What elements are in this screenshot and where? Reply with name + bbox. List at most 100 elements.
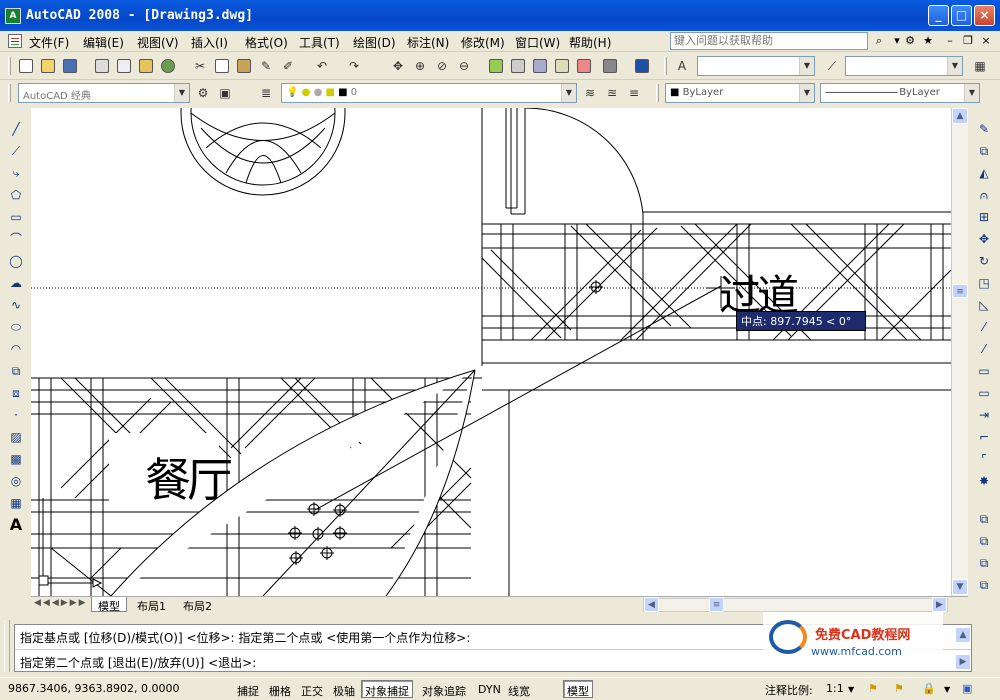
zoom-realtime-icon[interactable]: ⊕ [410,56,430,76]
table-icon[interactable]: ▦ [7,494,25,512]
rotate-icon[interactable]: ↻ [975,252,993,270]
ellipse-icon[interactable]: ⬭ [7,318,25,336]
text-style-icon[interactable]: A [672,56,692,76]
text-style-select[interactable]: ▼ [697,56,815,76]
help-icon[interactable] [632,56,652,76]
search-icon[interactable]: ⌕ [871,33,887,49]
scroll-up-button[interactable]: ▲ [952,108,968,124]
gradient-icon[interactable]: ▩ [7,450,25,468]
ellipse-arc-icon[interactable]: ◠ [7,340,25,358]
stretch-icon[interactable]: ◺ [975,296,993,314]
horizontal-scrollbar[interactable]: ◀ ≡ ▶ [643,597,948,612]
chamfer-icon[interactable]: ⌐ [975,428,993,446]
hatch-icon[interactable]: ▨ [7,428,25,446]
snap-toggle[interactable]: 捕捉 [233,680,263,698]
polyline-icon[interactable]: ⤷ [7,164,25,182]
make-block-icon[interactable]: ⧈ [7,384,25,402]
3d-dwf-icon[interactable] [158,56,178,76]
ortho-toggle[interactable]: 正交 [297,680,327,698]
move-icon[interactable]: ✥ [975,230,993,248]
layer-properties-icon[interactable]: ≣ [256,83,276,103]
undo-icon[interactable]: ↶ [312,56,332,76]
menu-edit[interactable]: 编辑(E) [83,34,124,51]
menu-window[interactable]: 窗口(W) [515,34,560,51]
extend-icon[interactable]: ⁄ [975,340,993,358]
vertical-scrollbar[interactable]: ▲ ≡ ▼ [951,108,968,596]
hscroll-thumb[interactable]: ≡ [709,597,724,612]
layer-select[interactable]: 💡 ● ● ■ ■ 0 ▼ [281,83,577,103]
new-icon[interactable] [16,56,36,76]
menu-view[interactable]: 视图(V) [137,34,179,51]
command-window-grip[interactable] [4,620,10,672]
redo-icon[interactable]: ↷ [344,56,364,76]
pan-icon[interactable]: ✥ [388,56,408,76]
drawing-svg[interactable] [31,108,951,596]
plot-icon[interactable] [92,56,112,76]
arc-icon[interactable]: ⌒ [7,230,25,248]
layer-states-icon[interactable]: ≡ [624,83,644,103]
coordinate-readout[interactable]: 9867.3406, 9363.8902, 0.0000 [8,682,179,695]
doc-minimize-button[interactable]: – [942,33,958,49]
mirror-icon[interactable]: ◭ [975,164,993,182]
rectangle-icon[interactable]: ▭ [7,208,25,226]
tool-palettes-icon[interactable] [530,56,550,76]
menu-dimension[interactable]: 标注(N) [407,34,449,51]
send-under-icon[interactable]: ⧉ [975,576,993,594]
menu-tools[interactable]: 工具(T) [299,34,340,51]
status-menu-icon[interactable]: ▼ [944,685,950,694]
menu-help[interactable]: 帮助(H) [569,34,611,51]
polygon-icon[interactable]: ⬠ [7,186,25,204]
insert-block-icon[interactable]: ⧉ [7,362,25,380]
osnap-toggle[interactable]: 对象捕捉 [361,680,413,698]
grid-toggle[interactable]: 栅格 [265,680,295,698]
toolbar-lock-icon[interactable]: 🔒 [922,682,936,695]
minimize-button[interactable]: _ [928,5,949,26]
make-object-layer-current-icon[interactable]: ≋ [580,83,600,103]
spline-icon[interactable]: ∿ [7,296,25,314]
dyn-toggle[interactable]: DYN [474,680,505,698]
cmd-scroll-up-button[interactable]: ▲ [955,627,971,643]
subscription-icon[interactable]: ⚙ [902,33,918,49]
design-center-icon[interactable] [508,56,528,76]
scroll-thumb[interactable]: ≡ [952,284,968,298]
region-icon[interactable]: ◎ [7,472,25,490]
break-at-point-icon[interactable]: ▭ [975,362,993,380]
maximize-button[interactable]: □ [951,5,972,26]
trim-icon[interactable]: ⁄ [975,318,993,336]
erase-icon[interactable]: ✎ [975,120,993,138]
lineweight-toggle[interactable]: 线宽 [504,680,534,698]
table-style-icon[interactable]: ▦ [970,56,990,76]
block-editor-icon[interactable]: ✐ [278,56,298,76]
send-to-back-icon[interactable]: ⧉ [975,554,993,572]
annotation-visibility-icon[interactable]: ⚑ [868,682,878,695]
dim-style-select[interactable]: ▼ [845,56,963,76]
otrack-toggle[interactable]: 对象追踪 [418,680,470,698]
circle-icon[interactable]: ◯ [7,252,25,270]
dim-style-icon[interactable]: ⟋ [822,56,842,76]
fillet-icon[interactable]: ⌜ [975,450,993,468]
menu-draw[interactable]: 绘图(D) [353,34,396,51]
publish-icon[interactable] [136,56,156,76]
autocad-app-icon[interactable]: A [5,8,21,24]
menu-file[interactable]: 文件(F) [29,34,69,51]
construction-line-icon[interactable]: ⟋ [7,142,25,160]
annotation-scale-value[interactable]: 1:1 [826,682,844,695]
doc-restore-button[interactable]: ❐ [960,33,976,49]
help-search-input[interactable] [670,32,868,50]
scroll-right-button[interactable]: ▶ [932,597,947,612]
layer-previous-icon[interactable]: ≊ [602,83,622,103]
clean-screen-icon[interactable]: ▣ [962,682,972,695]
quickcalc-icon[interactable] [600,56,620,76]
point-icon[interactable]: · [7,406,25,424]
drawing-canvas[interactable]: 餐厅 过道 中点: 897.7945 < 0° [31,108,951,596]
offset-icon[interactable]: ⩀ [975,186,993,204]
cut-icon[interactable]: ✂ [190,56,210,76]
color-select[interactable]: ■ ByLayer ▼ [665,83,815,103]
my-workspace-icon[interactable]: ▣ [215,83,235,103]
toolbar-grip[interactable] [664,57,667,75]
linetype-select[interactable]: ———————— ByLayer ▼ [820,83,980,103]
plot-preview-icon[interactable] [114,56,134,76]
break-icon[interactable]: ▭ [975,384,993,402]
tab-layout1[interactable]: 布局1 [131,597,172,613]
zoom-window-icon[interactable]: ⊘ [432,56,452,76]
